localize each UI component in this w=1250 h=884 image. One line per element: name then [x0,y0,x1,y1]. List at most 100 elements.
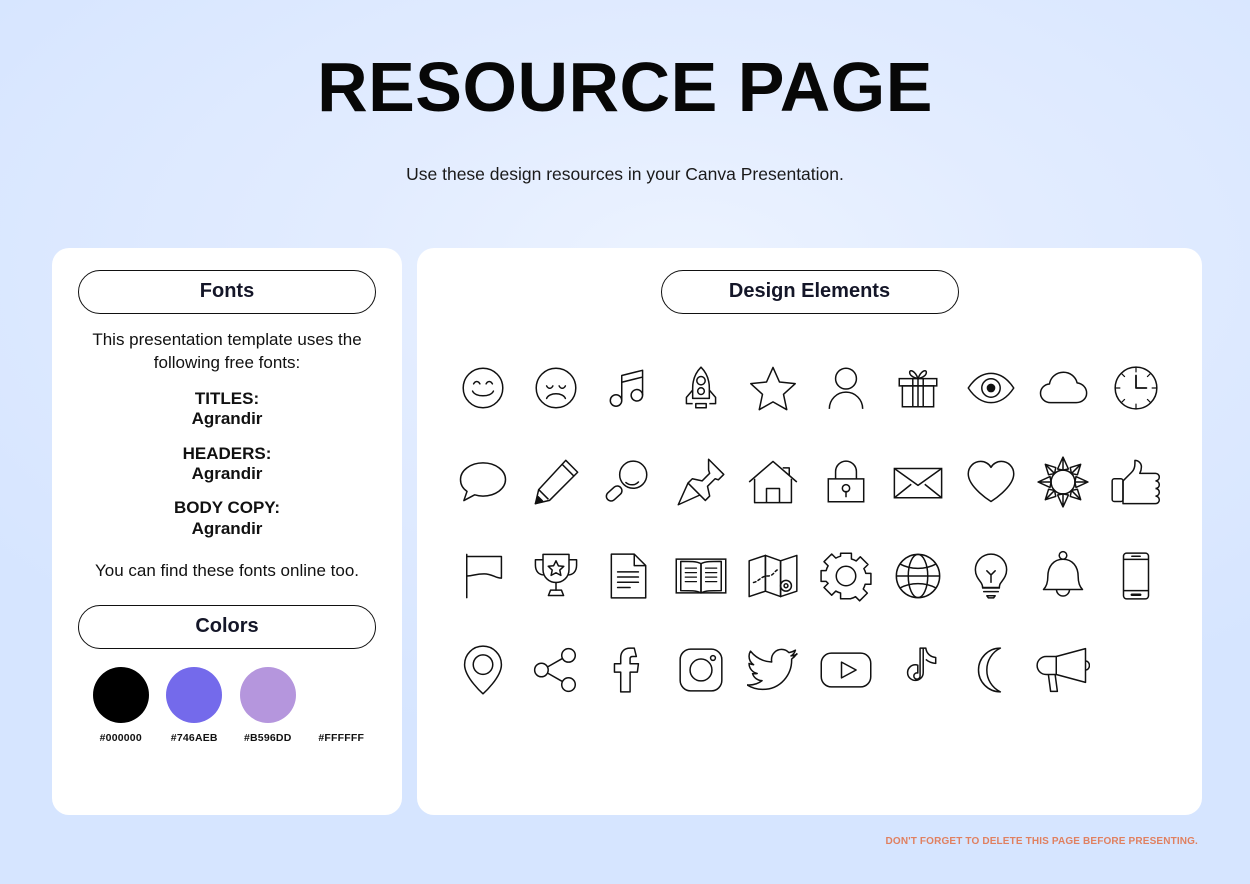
pencil-icon [530,456,582,508]
swatch-dot [239,666,296,723]
icon-cell[interactable] [520,540,593,612]
icon-cell[interactable] [447,446,520,518]
cloud-icon [1036,361,1090,415]
person-icon [821,363,871,413]
icon-cell[interactable] [810,540,883,612]
gift-icon [893,363,943,413]
icon-cell[interactable] [810,446,883,518]
icon-cell[interactable] [447,540,520,612]
icon-cell[interactable] [1027,446,1100,518]
page-title: RESOURCE PAGE [317,48,933,126]
eye-icon [965,362,1017,414]
color-swatch-white: #FFFFFF [305,666,379,744]
delete-page-warning: DON'T FORGET TO DELETE THIS PAGE BEFORE … [885,836,1198,847]
twitter-icon [747,644,799,696]
icon-cell[interactable] [955,634,1028,706]
icon-cell[interactable] [592,540,665,612]
rocket-icon [676,363,726,413]
house-icon [747,456,799,508]
icon-cell[interactable] [520,446,593,518]
icon-cell[interactable] [882,540,955,612]
icon-cell[interactable] [665,634,738,706]
icon-cell[interactable] [737,446,810,518]
font-group-body-copy: BODY COPY: Agrandir [76,498,378,539]
bell-icon [1037,550,1089,602]
swatch-hex-label: #FFFFFF [318,731,365,744]
facebook-icon [603,645,653,695]
icon-cell[interactable] [882,446,955,518]
document-icon [603,551,653,601]
icon-cell[interactable] [1100,352,1173,424]
fonts-outro-text: You can find these fonts online too. [94,561,359,581]
map-icon [747,550,799,602]
phone-icon [1111,551,1161,601]
icon-cell[interactable] [520,634,593,706]
font-role-label: BODY COPY: [173,498,281,518]
icon-cell[interactable] [1027,352,1100,424]
envelope-icon [891,455,945,509]
clock-icon [1111,363,1161,413]
font-role-label: HEADERS: [182,443,272,463]
icon-cell[interactable] [447,352,520,424]
color-swatch-lavender: #B596DD [231,666,305,744]
music-note-icon [603,363,653,413]
icon-cell[interactable] [592,352,665,424]
panels-container: Fonts This presentation template uses th… [52,248,1202,815]
icon-cell[interactable] [592,446,665,518]
sun-icon [1037,456,1089,508]
font-name-label: Agrandir [191,409,263,429]
lock-icon [821,457,871,507]
globe-icon [892,550,944,602]
icon-cell[interactable] [882,634,955,706]
moon-icon [966,645,1016,695]
push-pin-icon [675,456,727,508]
font-name-label: Agrandir [191,518,263,538]
icon-cell[interactable] [665,446,738,518]
location-pin-icon [457,644,509,696]
icon-cell[interactable] [955,446,1028,518]
swatch-dot [166,666,223,723]
icon-cell[interactable] [665,352,738,424]
icon-cell[interactable] [1100,446,1173,518]
icon-cell[interactable] [882,352,955,424]
swatch-hex-label: #000000 [99,731,142,744]
icon-cell[interactable] [1027,634,1100,706]
sad-face-icon [531,363,581,413]
icon-cell[interactable] [1027,540,1100,612]
fonts-intro-text: This presentation template uses the foll… [92,330,362,373]
color-swatch-black: #000000 [84,666,158,744]
youtube-icon [819,643,873,697]
icon-cell[interactable] [447,634,520,706]
open-book-icon [674,549,728,603]
icon-cell[interactable] [737,352,810,424]
icon-cell[interactable] [592,634,665,706]
icon-cell[interactable] [955,352,1028,424]
thumbs-up-icon [1110,456,1162,508]
icon-cell[interactable] [737,634,810,706]
font-name-label: Agrandir [191,464,263,484]
lightbulb-icon [966,551,1016,601]
color-swatch-row: #000000 #746AEB #B596DD #FFFFFF [76,666,379,744]
fonts-card: Fonts This presentation template uses th… [52,248,402,815]
instagram-icon [676,645,726,695]
share-icon [531,645,581,695]
icon-cell[interactable] [520,352,593,424]
font-role-label: TITLES: [194,388,260,408]
swatch-dot [313,666,370,723]
trophy-icon [530,550,582,602]
flag-icon [457,550,509,602]
design-elements-card: Design Elements [417,248,1202,815]
colors-heading-pill: Colors [78,604,376,649]
icon-cell[interactable] [1100,540,1173,612]
icon-cell[interactable] [665,540,738,612]
swatch-dot [92,666,149,723]
font-group-titles: TITLES: Agrandir [76,389,378,430]
icon-cell[interactable] [810,634,883,706]
megaphone-icon [1036,643,1090,697]
swatch-hex-label: #746AEB [170,731,218,744]
swatch-hex-label: #B596DD [243,731,292,744]
icon-cell[interactable] [737,540,810,612]
icon-cell[interactable] [810,352,883,424]
colors-section: Colors #000000 #746AEB #B596DD #FFFFFF [76,604,379,744]
icon-cell[interactable] [955,540,1028,612]
